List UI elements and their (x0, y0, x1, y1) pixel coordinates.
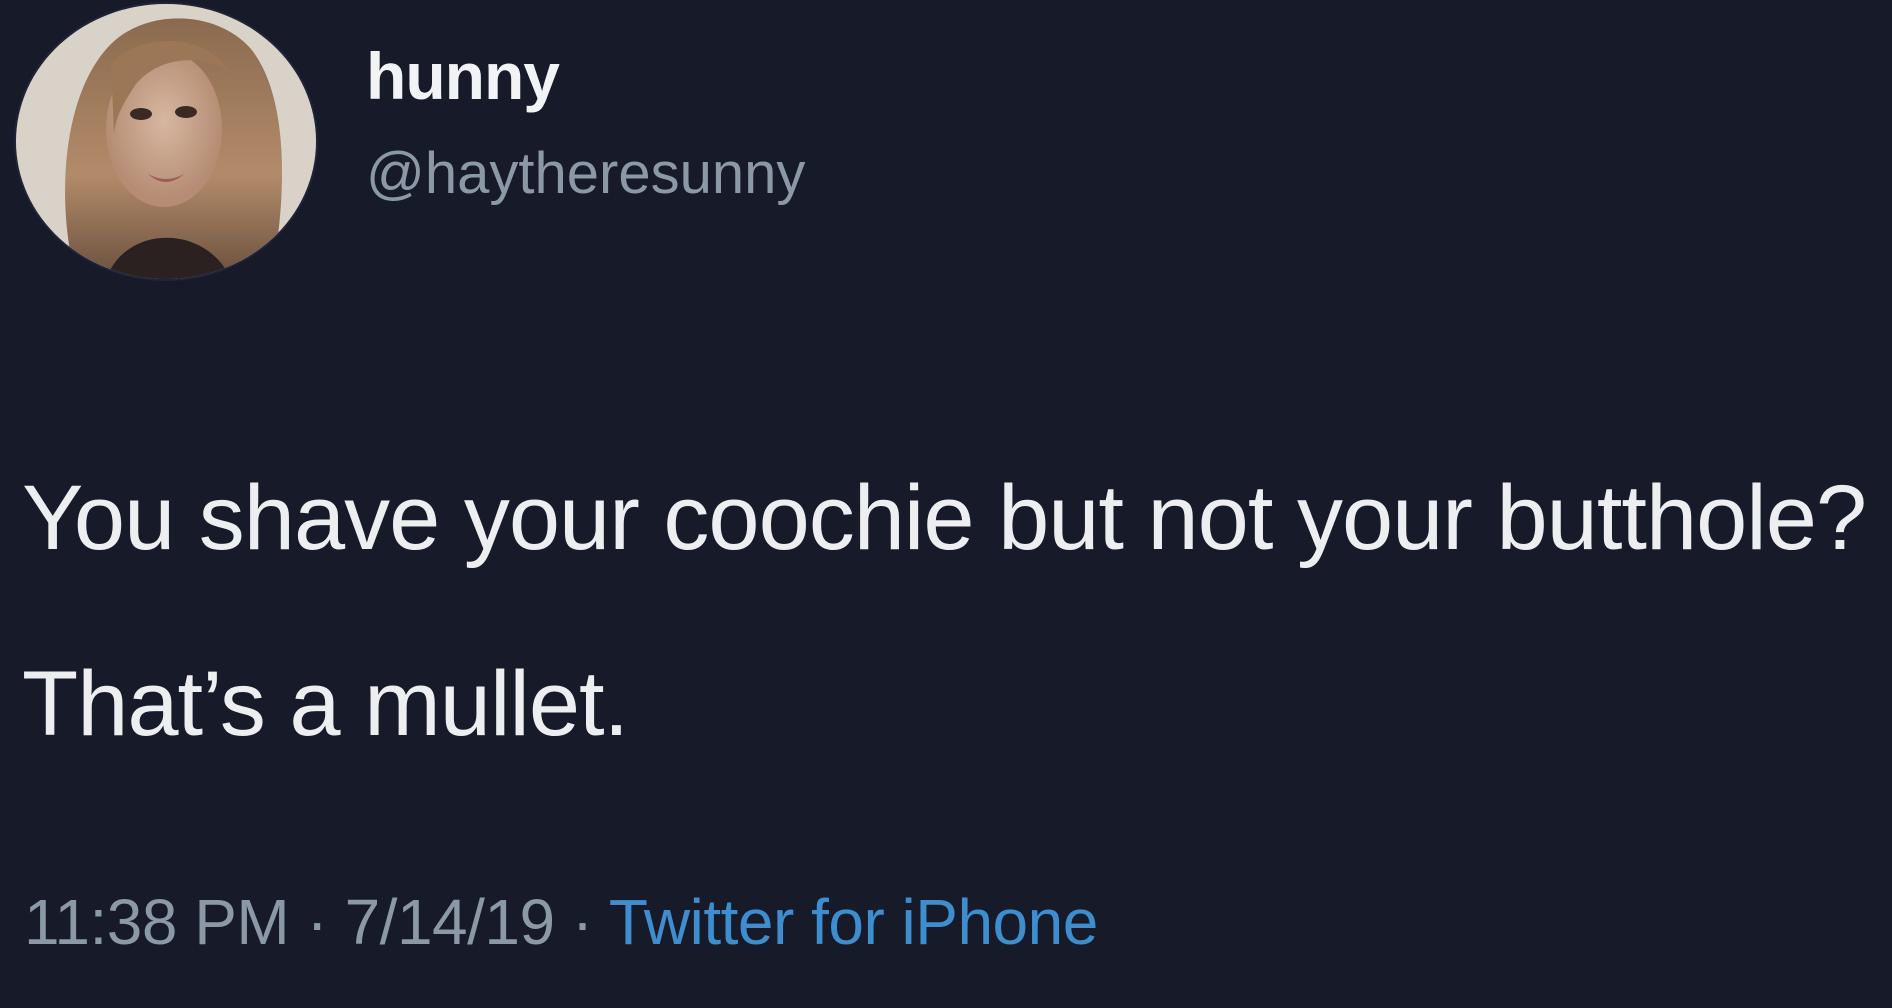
tweet-meta: 11:38 PM · 7/14/19 · Twitter for iPhone (24, 885, 1098, 959)
meta-separator: · (289, 886, 345, 958)
avatar-photo-icon (16, 4, 316, 279)
avatar[interactable] (16, 4, 316, 279)
tweet-text: You shave your coochie but not your butt… (22, 467, 1867, 755)
tweet-time[interactable]: 11:38 PM (24, 886, 290, 958)
tweet-source-link[interactable]: Twitter for iPhone (609, 886, 1099, 958)
tweet-card: hunny @haytheresunny You shave your cooc… (0, 0, 1892, 1008)
user-handle[interactable]: @haytheresunny (366, 140, 805, 207)
meta-separator: · (554, 886, 609, 958)
tweet-date[interactable]: 7/14/19 (345, 886, 556, 958)
display-name[interactable]: hunny (366, 38, 560, 114)
